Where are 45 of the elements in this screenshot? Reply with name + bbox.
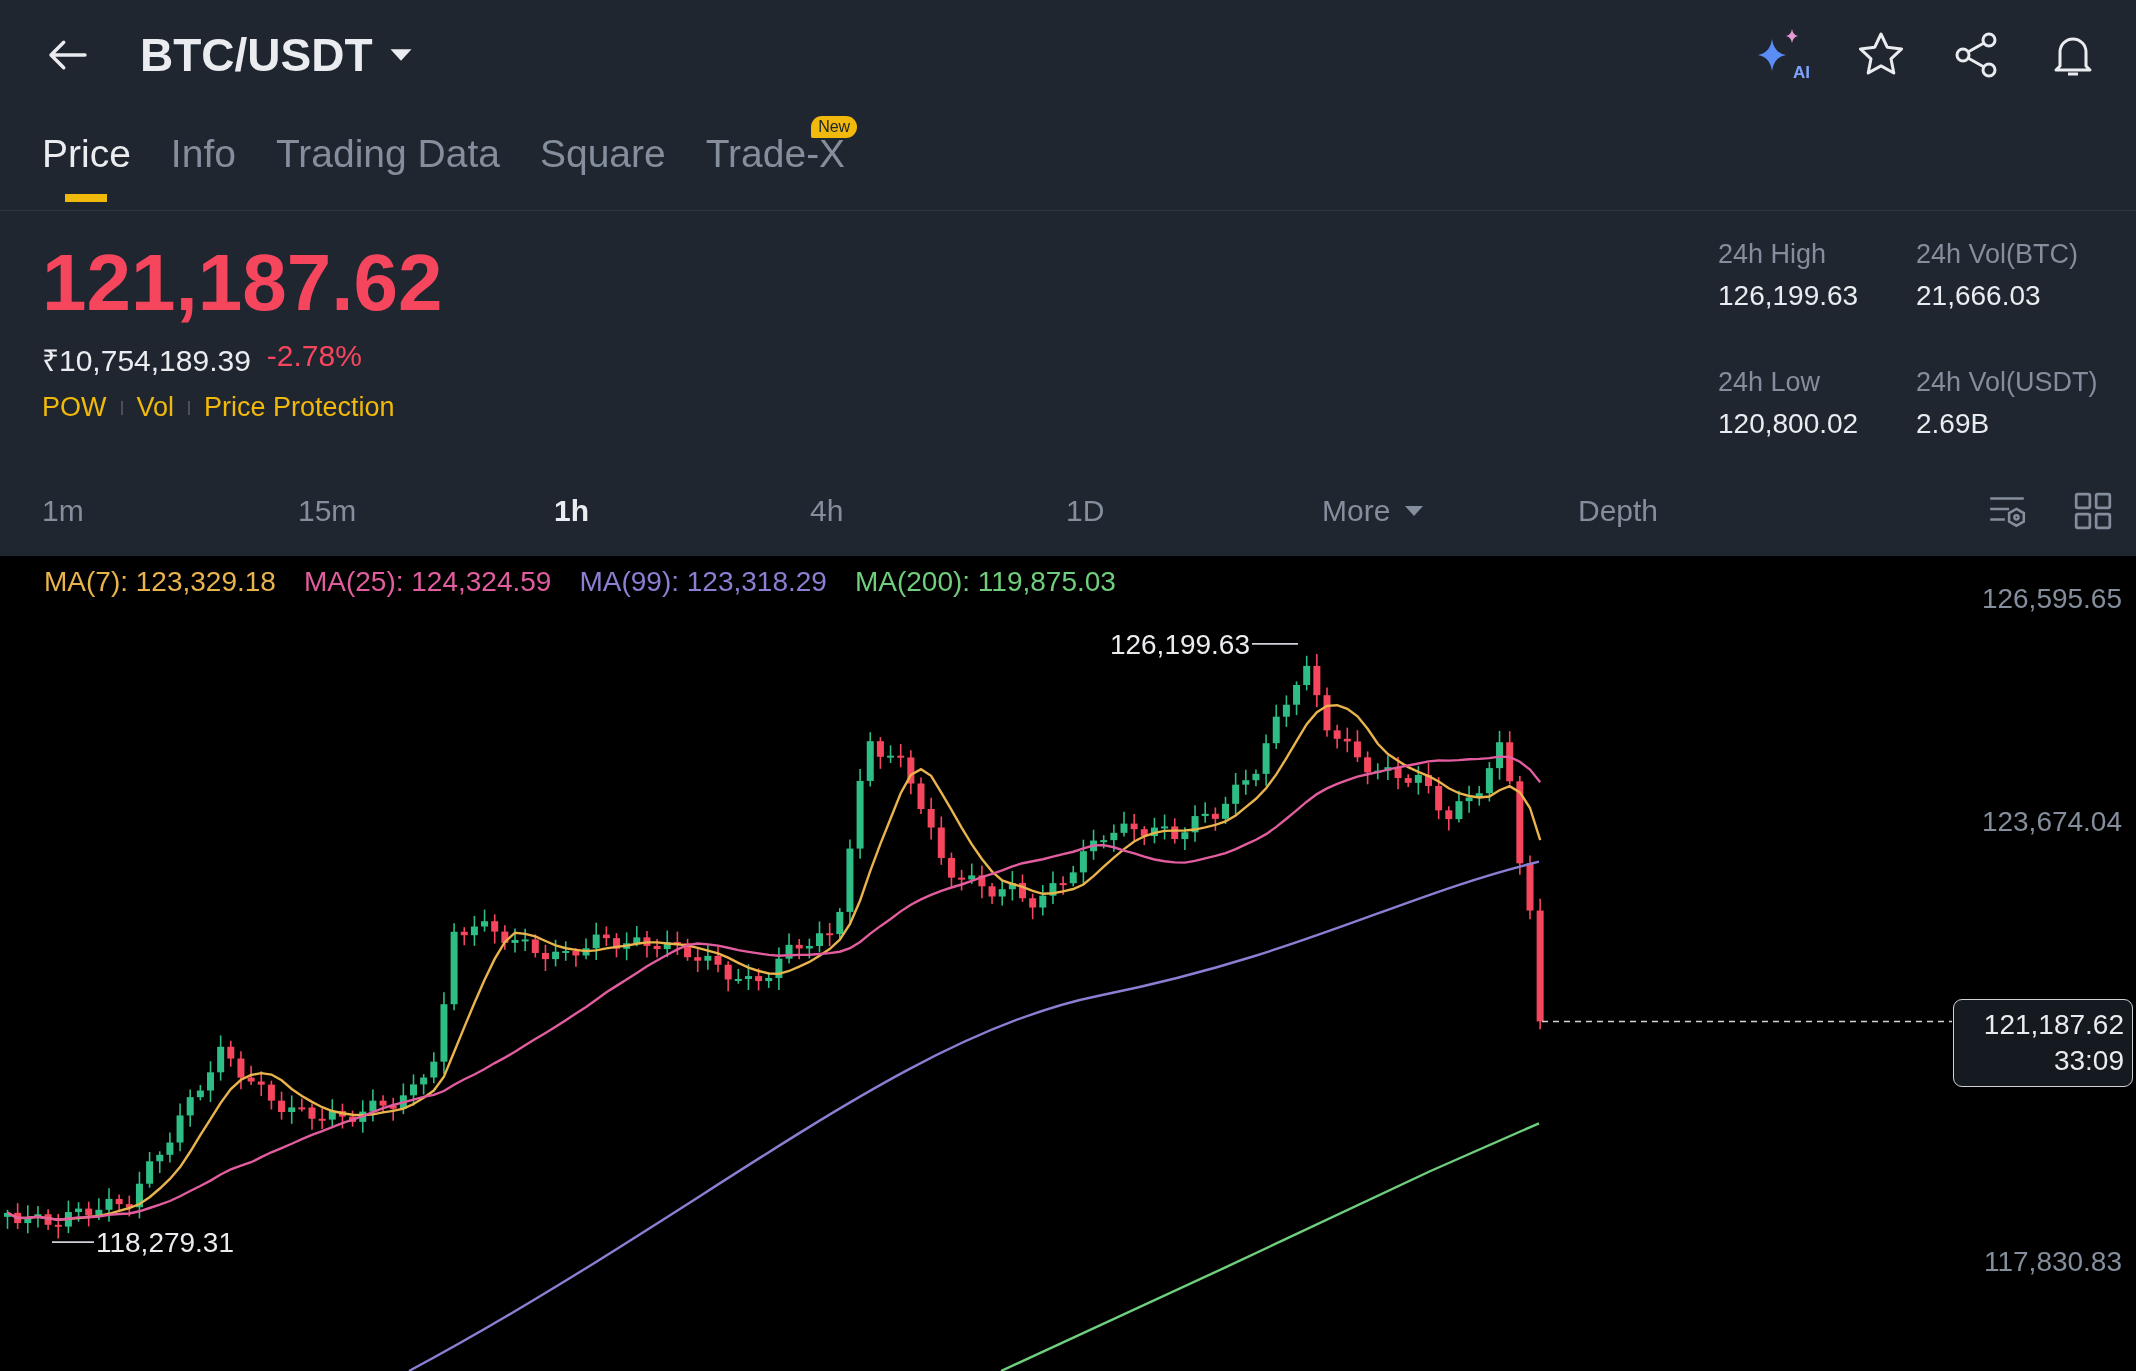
last-price: 121,187.62 bbox=[42, 239, 443, 327]
interval-tab[interactable]: More bbox=[1322, 494, 1578, 528]
new-badge: New bbox=[811, 116, 858, 138]
tab[interactable]: Trade-X New bbox=[705, 110, 858, 210]
high-price-marker: 126,199.63 bbox=[1109, 628, 1250, 660]
price-tag-value: 121,187.62 bbox=[1983, 1007, 2124, 1042]
caret-icon bbox=[1404, 505, 1425, 517]
indicator-value: MA(25): 124,324.59 bbox=[303, 566, 552, 598]
price-axis-label: 117,830.83 bbox=[1984, 1246, 2122, 1278]
indicator-value: MA(7): 123,329.18 bbox=[44, 566, 276, 598]
pair-selector[interactable]: BTC/USDT bbox=[140, 28, 413, 82]
leader-line bbox=[1251, 643, 1299, 645]
stat-value: 21,666.03 bbox=[1916, 280, 2042, 312]
stat-value: 2.69B bbox=[1916, 407, 1991, 440]
indicator-value: MA(99): 123,318.29 bbox=[579, 566, 827, 598]
fiat-price: ₹10,754,189.39 bbox=[42, 343, 251, 379]
stat-value: 120,800.02 bbox=[1718, 407, 1860, 440]
tab[interactable]: Info bbox=[170, 110, 236, 210]
interval-tab[interactable]: 1h bbox=[554, 494, 810, 528]
leader-line bbox=[51, 1241, 95, 1243]
low-price-marker: 118,279.31 bbox=[96, 1227, 234, 1259]
caret-icon bbox=[388, 48, 413, 62]
stat-label: 24h High bbox=[1718, 239, 1828, 270]
interval-tab[interactable]: 1m bbox=[42, 494, 298, 528]
price-change: -2.78% bbox=[266, 339, 362, 374]
price-axis-label: 123,674.04 bbox=[1981, 805, 2122, 837]
indicator-value: MA(200): 119,875.03 bbox=[854, 566, 1116, 598]
stat-label: 24h Vol(BTC) bbox=[1916, 239, 2080, 270]
interval-tab[interactable]: 4h bbox=[810, 494, 1066, 528]
tag-link[interactable]: Price Protection bbox=[204, 392, 395, 423]
interval-tab[interactable]: 1D bbox=[1066, 494, 1322, 528]
ai-assistant-button[interactable]: AI bbox=[1756, 29, 1810, 81]
tab[interactable]: Trading Data bbox=[275, 110, 500, 210]
tab[interactable]: Square bbox=[539, 110, 666, 210]
stat-label: 24h Low bbox=[1718, 366, 1822, 398]
interval-tab[interactable]: 15m bbox=[298, 494, 554, 528]
interval-tab[interactable]: Depth bbox=[1578, 494, 1659, 528]
candle-countdown: 33:09 bbox=[2053, 1044, 2124, 1078]
price-axis-label: 126,595.65 bbox=[1981, 582, 2122, 614]
tag-link[interactable]: POW bbox=[42, 392, 107, 423]
stat-label: 24h Vol(USDT) bbox=[1916, 366, 2099, 398]
grid-icon[interactable] bbox=[2072, 490, 2114, 532]
tag-link[interactable]: Vol bbox=[136, 392, 175, 423]
stat-value: 126,199.63 bbox=[1718, 280, 1860, 312]
back-arrow-icon[interactable] bbox=[46, 38, 90, 72]
